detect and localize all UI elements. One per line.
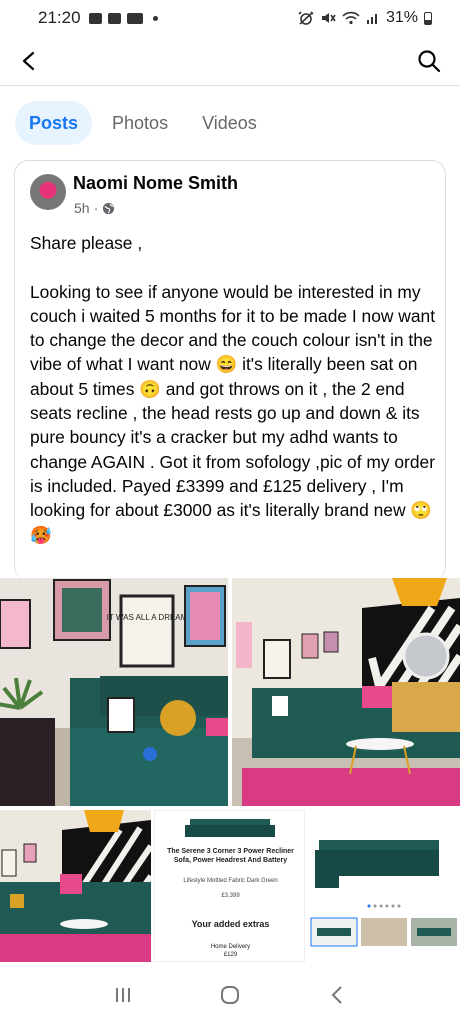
delivery-label: Home Delivery [210, 944, 251, 950]
living-room-wide-image [232, 578, 460, 806]
product-title: The Serene 3 Corner 3 Power Recliner Sof… [167, 848, 294, 864]
avatar[interactable] [30, 174, 66, 210]
alarm-icon [298, 11, 314, 25]
home-button[interactable] [210, 975, 250, 1015]
photo-living-room-3[interactable] [0, 810, 151, 962]
post-card: Naomi Nome Smith 5h · Share please , Loo… [14, 160, 446, 580]
back-arrow-icon [22, 51, 35, 71]
system-back-button[interactable] [317, 975, 357, 1015]
recents-button[interactable] [103, 975, 143, 1015]
cs-icon [126, 12, 143, 24]
delivery-price: £129 [223, 952, 238, 958]
signal-icon [366, 14, 377, 24]
back-arrow-button[interactable] [14, 46, 44, 76]
photo-order-details[interactable]: The Serene 3 Corner 3 Power Recliner Sof… [154, 810, 305, 962]
profile-tabs: Posts Photos Videos [0, 100, 460, 146]
search-icon [418, 50, 441, 73]
search-button[interactable] [414, 46, 444, 76]
system-nav-bar [0, 966, 460, 1024]
photo-living-room-2[interactable] [232, 578, 460, 806]
recents-icon [116, 988, 131, 1002]
tab-posts[interactable]: Posts [15, 101, 93, 145]
status-right: 31% [298, 9, 432, 27]
product-price: £3,399 [221, 893, 240, 899]
photo-living-room-1[interactable]: IT WAS ALL A DREAM [0, 578, 228, 806]
status-bar: 21:20 31% [0, 0, 460, 36]
delivery-info: Home Delivery £129 [163, 943, 298, 959]
print-text: IT WAS ALL A DREAM [107, 613, 188, 622]
globe-icon [103, 202, 115, 214]
tab-photos[interactable]: Photos [98, 101, 182, 145]
tab-videos[interactable]: Videos [188, 101, 271, 145]
top-nav [0, 36, 460, 86]
post-author[interactable]: Naomi Nome Smith [73, 173, 238, 194]
product-listing-image [309, 810, 460, 962]
wifi-icon [342, 11, 360, 25]
post-text: Share please , Looking to see if anyone … [30, 233, 436, 545]
mute-icon [321, 13, 336, 23]
corner-sofa-image [0, 810, 151, 962]
dot-icon [152, 15, 158, 21]
sofa-product-thumbnail [185, 819, 275, 837]
home-icon [220, 986, 239, 1004]
back-icon [331, 986, 342, 1004]
battery-percent: 31% [385, 9, 418, 26]
status-time: 21:20 [38, 8, 81, 27]
status-left-icons [88, 12, 158, 24]
gallery-icon [88, 12, 102, 24]
post-time[interactable]: 5h [74, 200, 90, 216]
post-photos: IT WAS ALL A DREAM The Serene 3 Corner 3… [0, 578, 460, 962]
post-meta: 5h · [74, 200, 115, 216]
photo-product-listing[interactable] [309, 810, 460, 962]
battery-icon [424, 11, 432, 25]
meta-separator: · [93, 200, 99, 216]
product-subtitle: Lifestyle Mottled Fabric Dark Green [183, 878, 278, 884]
living-room-image: IT WAS ALL A DREAM [0, 578, 228, 806]
extras-heading: Your added extras [191, 919, 270, 929]
facebook-icon [107, 12, 121, 24]
